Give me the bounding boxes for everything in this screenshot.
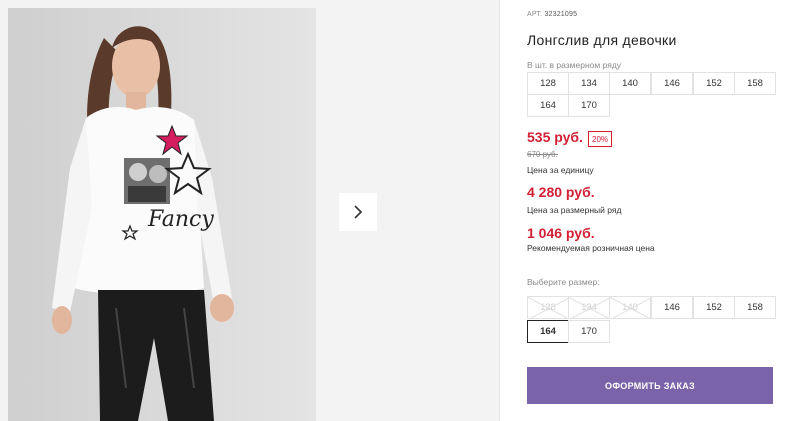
retail-price: 1 046 руб. — [527, 225, 595, 241]
discount-badge: 20% — [588, 131, 613, 147]
gallery-divider — [499, 0, 500, 421]
next-image-button[interactable] — [339, 193, 377, 231]
sku-label: АРТ. — [527, 11, 543, 18]
size-option[interactable]: 170 — [568, 320, 610, 343]
size-option-disabled: 134 — [568, 296, 610, 319]
chevron-right-icon — [354, 205, 363, 219]
unit-price: 535 руб. — [527, 129, 583, 145]
sku-value: 32321095 — [544, 11, 578, 18]
shirt-print-text: Fancy — [147, 207, 214, 232]
size-option[interactable]: 152 — [693, 296, 735, 319]
size-option[interactable]: 146 — [651, 296, 693, 319]
row-price: 4 280 руб. — [527, 184, 595, 200]
pack-label: В шт. в размерном ряду — [527, 60, 622, 70]
model-illustration: Fancy — [8, 8, 316, 421]
sku: АРТ. 32321095 — [527, 11, 577, 18]
product-gallery: Fancy — [0, 0, 500, 421]
pack-size-cell: 164 — [527, 94, 569, 117]
product-photo[interactable]: Fancy — [8, 8, 316, 421]
size-option-disabled: 140 — [609, 296, 651, 319]
product-title: Лонгслив для девочки — [527, 32, 677, 48]
place-order-button[interactable]: ОФОРМИТЬ ЗАКАЗ — [527, 367, 773, 404]
pack-size-cell: 128 — [527, 72, 569, 95]
unit-price-caption: Цена за единицу — [527, 165, 594, 175]
size-option-disabled: 128 — [527, 296, 569, 319]
size-option[interactable]: 158 — [734, 296, 776, 319]
pack-size-cell: 158 — [734, 72, 776, 95]
size-option-selected[interactable]: 164 — [527, 320, 569, 343]
pack-size-cell: 152 — [693, 72, 735, 95]
row-price-caption: Цена за размерный ряд — [527, 205, 622, 215]
retail-price-caption: Рекомендуемая розничная цена — [527, 243, 655, 253]
pack-size-cell: 146 — [651, 72, 693, 95]
size-select-label: Выберите размер: — [527, 277, 600, 287]
product-page: Fancy АРТ. 32321095 Лонгслив для девочки… — [0, 0, 800, 421]
old-price: 670 руб. — [527, 150, 558, 159]
pack-size-cell: 170 — [568, 94, 610, 117]
pack-size-cell: 134 — [568, 72, 610, 95]
pack-size-cell: 140 — [609, 72, 651, 95]
